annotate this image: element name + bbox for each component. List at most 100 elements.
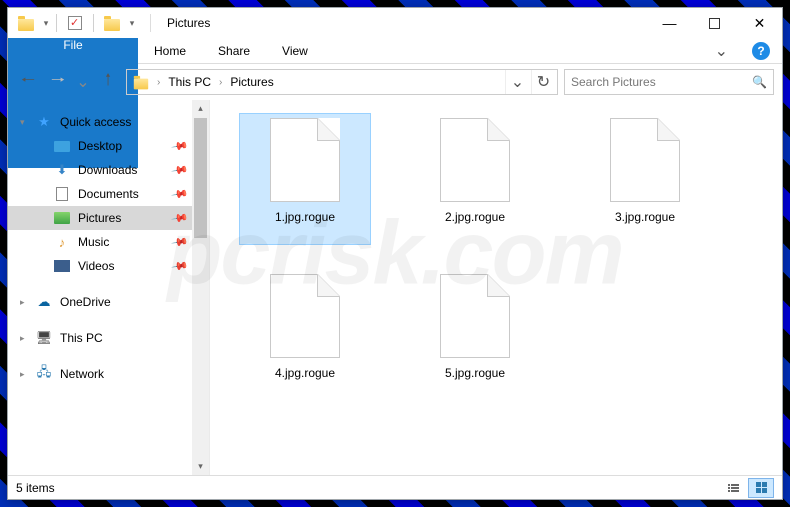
refresh-icon: ↻ <box>537 72 550 92</box>
arrow-right-icon: 🠒 <box>51 69 65 96</box>
file-list[interactable]: 1.jpg.rogue 2.jpg.rogue 3.jpg.rogue 4.jpg.r… <box>210 100 782 475</box>
close-button[interactable]: ✕ <box>737 8 782 38</box>
window-title: Pictures <box>159 16 647 30</box>
scroll-down-icon[interactable]: ▾ <box>192 458 209 475</box>
qat-customize-dropdown-icon[interactable]: ▾ <box>126 18 138 29</box>
file-name: 4.jpg.rogue <box>275 366 335 380</box>
file-icon <box>440 274 510 358</box>
search-icon[interactable]: 🔍 <box>752 75 767 89</box>
nav-label: Quick access <box>60 115 131 129</box>
breadcrumb-this-pc[interactable]: This PC <box>164 70 215 94</box>
tab-home[interactable]: Home <box>138 38 202 63</box>
breadcrumb-root[interactable] <box>129 70 153 94</box>
cloud-icon: ☁ <box>36 294 52 310</box>
pin-icon: 📌 <box>171 209 190 228</box>
view-icons-button[interactable] <box>748 478 774 498</box>
forward-button[interactable]: 🠒 <box>46 70 70 94</box>
nav-label: Desktop <box>78 139 122 153</box>
pin-icon: 📌 <box>171 185 190 204</box>
nav-pinned-desktop[interactable]: Desktop 📌 <box>8 134 209 158</box>
star-icon: ★ <box>36 114 52 130</box>
refresh-button[interactable]: ↻ <box>531 70 555 94</box>
titlebar: ▾ ✓ ▾ Pictures — ✕ <box>8 8 782 38</box>
nav-quick-access[interactable]: ▾ ★ Quick access <box>8 110 209 134</box>
nav-pinned-documents[interactable]: Documents 📌 <box>8 182 209 206</box>
qat-properties-button[interactable]: ✓ <box>63 11 87 35</box>
nav-label: Network <box>60 367 104 381</box>
chevron-right-icon[interactable]: ▸ <box>20 333 25 344</box>
help-button[interactable]: ? <box>740 38 782 63</box>
file-icon <box>440 118 510 202</box>
up-button[interactable]: 🠑 <box>96 70 120 94</box>
app-menu-dropdown-icon[interactable]: ▾ <box>40 18 52 29</box>
chevron-right-icon[interactable]: › <box>217 77 224 88</box>
minimize-button[interactable]: — <box>647 8 692 38</box>
nav-label: Music <box>78 235 109 249</box>
file-name: 1.jpg.rogue <box>275 210 335 224</box>
tab-view[interactable]: View <box>266 38 324 63</box>
nav-network[interactable]: ▸ 🖧 Network <box>8 362 209 386</box>
navigation-pane: ▾ ★ Quick access Desktop📌⬇Downloads📌Docu… <box>8 100 210 475</box>
file-item[interactable]: 5.jpg.rogue <box>410 270 540 400</box>
details-view-icon <box>728 484 739 492</box>
breadcrumb-pictures[interactable]: Pictures <box>226 70 277 94</box>
tab-share[interactable]: Share <box>202 38 266 63</box>
maximize-button[interactable] <box>692 8 737 38</box>
nav-this-pc[interactable]: ▸ 🖥 This PC <box>8 326 209 350</box>
file-name: 3.jpg.rogue <box>615 210 675 224</box>
view-details-button[interactable] <box>720 478 746 498</box>
chevron-right-icon[interactable]: ▸ <box>20 369 25 380</box>
search-placeholder: Search Pictures <box>571 75 656 89</box>
window-controls: — ✕ <box>647 8 782 38</box>
nav-pinned-music[interactable]: ♪Music📌 <box>8 230 209 254</box>
address-bar[interactable]: › This PC › Pictures ⌄ ↻ <box>126 69 558 95</box>
file-item[interactable]: 3.jpg.rogue <box>580 114 710 244</box>
file-icon <box>270 274 340 358</box>
chevron-right-icon[interactable]: › <box>155 77 162 88</box>
nav-pinned-pictures[interactable]: Pictures 📌 <box>8 206 209 230</box>
back-button[interactable]: 🠐 <box>16 70 40 94</box>
body: ▾ ★ Quick access Desktop📌⬇Downloads📌Docu… <box>8 100 782 475</box>
arrow-left-icon: 🠐 <box>21 69 35 96</box>
file-item[interactable]: 2.jpg.rogue <box>410 114 540 244</box>
separator <box>150 14 151 32</box>
scroll-up-icon[interactable]: ▴ <box>192 100 209 117</box>
file-name: 5.jpg.rogue <box>445 366 505 380</box>
scroll-thumb[interactable] <box>194 118 207 238</box>
app-icon[interactable] <box>14 11 38 35</box>
nav-pinned-videos[interactable]: Videos📌 <box>8 254 209 278</box>
nav-pinned-downloads[interactable]: ⬇Downloads📌 <box>8 158 209 182</box>
help-icon: ? <box>752 42 770 60</box>
nav-label: Pictures <box>78 211 121 225</box>
nav-label: OneDrive <box>60 295 111 309</box>
file-name: 2.jpg.rogue <box>445 210 505 224</box>
separator <box>93 14 94 32</box>
nav-label: Downloads <box>78 163 137 177</box>
nav-label: This PC <box>60 331 103 345</box>
network-icon: 🖧 <box>36 366 52 382</box>
explorer-window: pcrisk.com ▾ ✓ ▾ Pictures — ✕ File Home … <box>7 7 783 500</box>
navigation-bar: 🠐 🠒 ⌄ 🠑 › This PC › Pictures ⌄ ↻ Search … <box>8 64 782 100</box>
ribbon-expand-icon[interactable]: ⌄ <box>703 38 740 63</box>
chevron-down-icon[interactable]: ▾ <box>20 117 25 128</box>
arrow-up-icon: 🠑 <box>105 69 111 96</box>
address-dropdown-icon[interactable]: ⌄ <box>505 70 529 94</box>
file-icon <box>270 118 340 202</box>
qat-newfolder-button[interactable] <box>100 11 124 35</box>
computer-icon: 🖥 <box>36 330 52 346</box>
nav-label: Documents <box>78 187 139 201</box>
nav-label: Videos <box>78 259 114 273</box>
file-item[interactable]: 4.jpg.rogue <box>240 270 370 400</box>
nav-onedrive[interactable]: ▸ ☁ OneDrive <box>8 290 209 314</box>
status-item-count: 5 items <box>16 481 55 495</box>
history-dropdown-icon[interactable]: ⌄ <box>76 72 90 92</box>
nav-scrollbar[interactable]: ▴ ▾ <box>192 100 209 475</box>
quick-access-toolbar: ▾ ✓ ▾ <box>8 8 142 38</box>
pin-icon: 📌 <box>171 233 190 252</box>
icons-view-icon <box>756 482 767 493</box>
file-item[interactable]: 1.jpg.rogue <box>240 114 370 244</box>
chevron-right-icon[interactable]: ▸ <box>20 297 25 308</box>
pin-icon: 📌 <box>171 137 190 156</box>
status-bar: 5 items <box>8 475 782 499</box>
search-input[interactable]: Search Pictures 🔍 <box>564 69 774 95</box>
